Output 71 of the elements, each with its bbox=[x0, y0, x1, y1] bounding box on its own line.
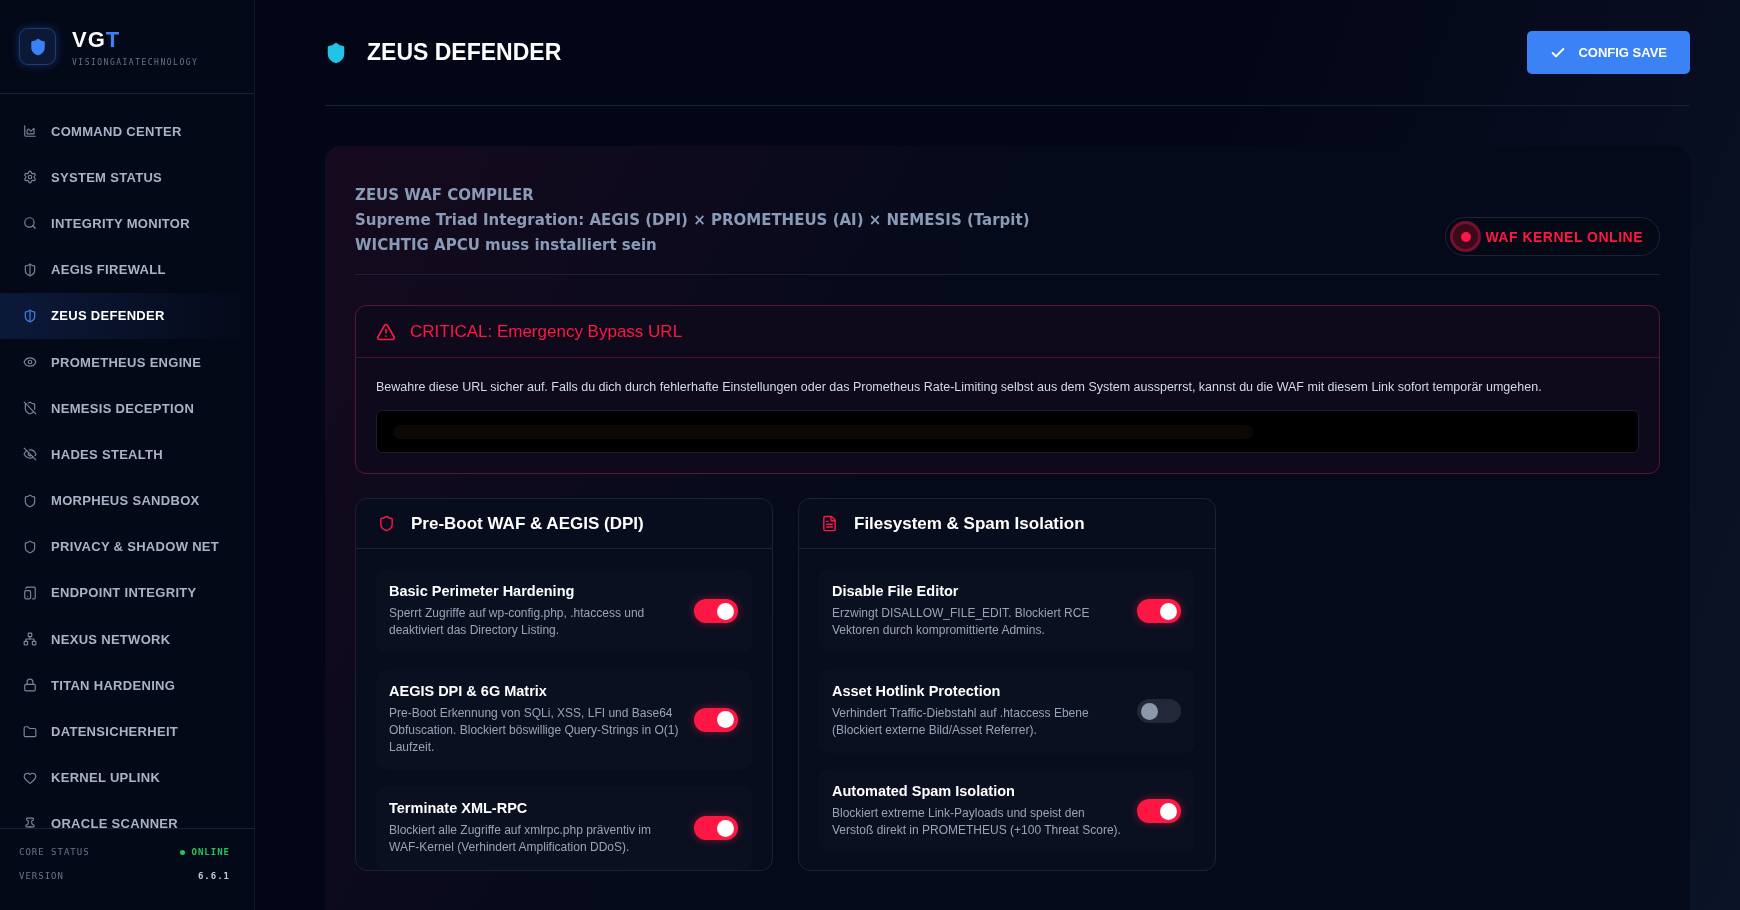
eye-icon bbox=[23, 355, 37, 370]
compiler-info-text: ZEUS WAF COMPILER bbox=[355, 186, 535, 204]
folder-icon bbox=[23, 724, 37, 739]
brand-name: VGT bbox=[72, 26, 122, 53]
shield-icon bbox=[325, 41, 347, 64]
sidebar-item[interactable]: DATENSICHERHEIT bbox=[0, 708, 254, 755]
sidebar-item[interactable]: ENDPOINT INTEGRITY bbox=[0, 569, 254, 617]
sidebar-item[interactable]: AEGIS FIREWALL bbox=[0, 246, 254, 293]
option-title: Asset Hotlink Protection bbox=[832, 683, 1002, 699]
sidebar-item[interactable]: MORPHEUS SANDBOX bbox=[0, 477, 254, 524]
shield-icon bbox=[23, 539, 37, 554]
heart-icon bbox=[23, 770, 37, 785]
config-save-button[interactable]: CONFIG SAVE bbox=[1527, 31, 1690, 74]
sidebar-item[interactable]: COMMAND CENTER bbox=[0, 108, 254, 155]
compiler-info-text: WICHTIG APCU muss installiert sein bbox=[355, 236, 658, 254]
toggle-switch[interactable] bbox=[1137, 699, 1181, 723]
shield-icon bbox=[23, 308, 37, 323]
shield-icon bbox=[23, 401, 37, 416]
sidebar-item[interactable]: HADES STEALTH bbox=[0, 431, 254, 478]
sidebar-item[interactable]: KERNEL UPLINK bbox=[0, 754, 254, 801]
eye-off-icon bbox=[23, 447, 37, 462]
file-icon bbox=[821, 515, 838, 532]
option-title: AEGIS DPI & 6G Matrix bbox=[389, 683, 548, 699]
option-description: Sperrt Zugriffe auf wp-config.php, .htaccess und deaktiviert das Directory Listing. bbox=[389, 605, 646, 639]
toggle-switch[interactable] bbox=[694, 816, 738, 840]
shield-icon bbox=[23, 262, 37, 277]
brand-tagline: VISIONGAIATECHNOLOGY bbox=[72, 57, 199, 67]
option-description: Erzwingt DISALLOW_FILE_EDIT. Blockiert RCE Vektoren durch kompromittierte Admins. bbox=[832, 605, 1091, 639]
toggle-switch[interactable] bbox=[694, 707, 738, 732]
footer-value: 6.6.1 bbox=[197, 871, 230, 881]
chart-icon bbox=[23, 124, 37, 139]
card-title: Pre-Boot WAF & AEGIS (DPI) bbox=[411, 513, 644, 534]
url-field[interactable] bbox=[376, 410, 1639, 453]
option-description: Verhindert Traffic-Diebstahl auf .htaccess Ebene (Blockiert externe Bild/Asset Referrer). bbox=[832, 705, 1090, 739]
option-description: Pre-Boot Erkennung von SQLi, XSS, LFI und Base64 Obfuscation. Blockiert böswillige Query-Strings in O(1) Laufzeit. bbox=[389, 705, 680, 756]
sidebar-item[interactable]: NEXUS NETWORK bbox=[0, 616, 254, 663]
option-description: Blockiert extreme Link-Payloads und speist den Verstoß direkt in PROMETHEUS (+100 Threat Score). bbox=[832, 805, 1122, 839]
alert-text: Bewahre diese URL sicher auf. Falls du dich durch fehlerhafte Einstellungen oder das Prometheus Rate-Limiting selbst aus dem System aussperrst, kannst du die WAF mit diesem Link sofort temporär umgehen. bbox=[376, 380, 1543, 394]
sidebar-item[interactable]: SYSTEM STATUS bbox=[0, 154, 254, 201]
search-icon bbox=[23, 216, 37, 231]
toggle-switch[interactable] bbox=[694, 599, 738, 623]
alert-title: CRITICAL: Emergency Bypass URL bbox=[410, 321, 683, 342]
sidebar-item[interactable]: PRIVACY & SHADOW NET bbox=[0, 523, 254, 570]
shield-logo-icon bbox=[19, 28, 56, 65]
option-title: Terminate XML-RPC bbox=[389, 800, 529, 816]
footer-value: ONLINE bbox=[180, 847, 230, 857]
sidebar-item[interactable]: TITAN HARDENING bbox=[0, 662, 254, 709]
sidebar-item[interactable]: ORACLE SCANNER bbox=[0, 800, 254, 828]
warning-icon bbox=[376, 321, 396, 342]
lock-icon bbox=[23, 678, 37, 693]
pin-icon bbox=[23, 816, 37, 828]
footer-label: CORE STATUS bbox=[19, 847, 90, 857]
status-badge: WAF KERNEL ONLINE bbox=[1445, 217, 1660, 256]
sidebar-item[interactable]: NEMESIS DECEPTION bbox=[0, 385, 254, 432]
option-description: Blockiert alle Zugriffe auf xmlrpc.php präventiv im WAF-Kernel (Verhindert Amplification DDoS). bbox=[389, 822, 652, 856]
option-title: Automated Spam Isolation bbox=[832, 783, 1016, 799]
tablet-icon bbox=[23, 585, 37, 600]
toggle-switch[interactable] bbox=[1137, 799, 1181, 823]
compiler-info-text: Supreme Triad Integration: AEGIS (DPI) × PROMETHEUS (AI) × NEMESIS (Tarpit) bbox=[355, 211, 1030, 229]
page-title: ZEUS DEFENDER bbox=[367, 39, 562, 66]
shield-icon bbox=[378, 515, 395, 532]
sidebar-item[interactable]: PROMETHEUS ENGINE bbox=[0, 338, 254, 386]
card-title: Filesystem & Spam Isolation bbox=[854, 513, 1085, 534]
gear-icon bbox=[23, 170, 37, 185]
shield-icon bbox=[23, 493, 37, 508]
toggle-switch[interactable] bbox=[1137, 599, 1181, 623]
sidebar-item[interactable]: INTEGRITY MONITOR bbox=[0, 200, 254, 247]
footer-label: VERSION bbox=[19, 871, 64, 881]
option-title: Disable File Editor bbox=[832, 583, 960, 599]
option-title: Basic Perimeter Hardening bbox=[389, 583, 576, 599]
network-icon bbox=[23, 632, 37, 647]
